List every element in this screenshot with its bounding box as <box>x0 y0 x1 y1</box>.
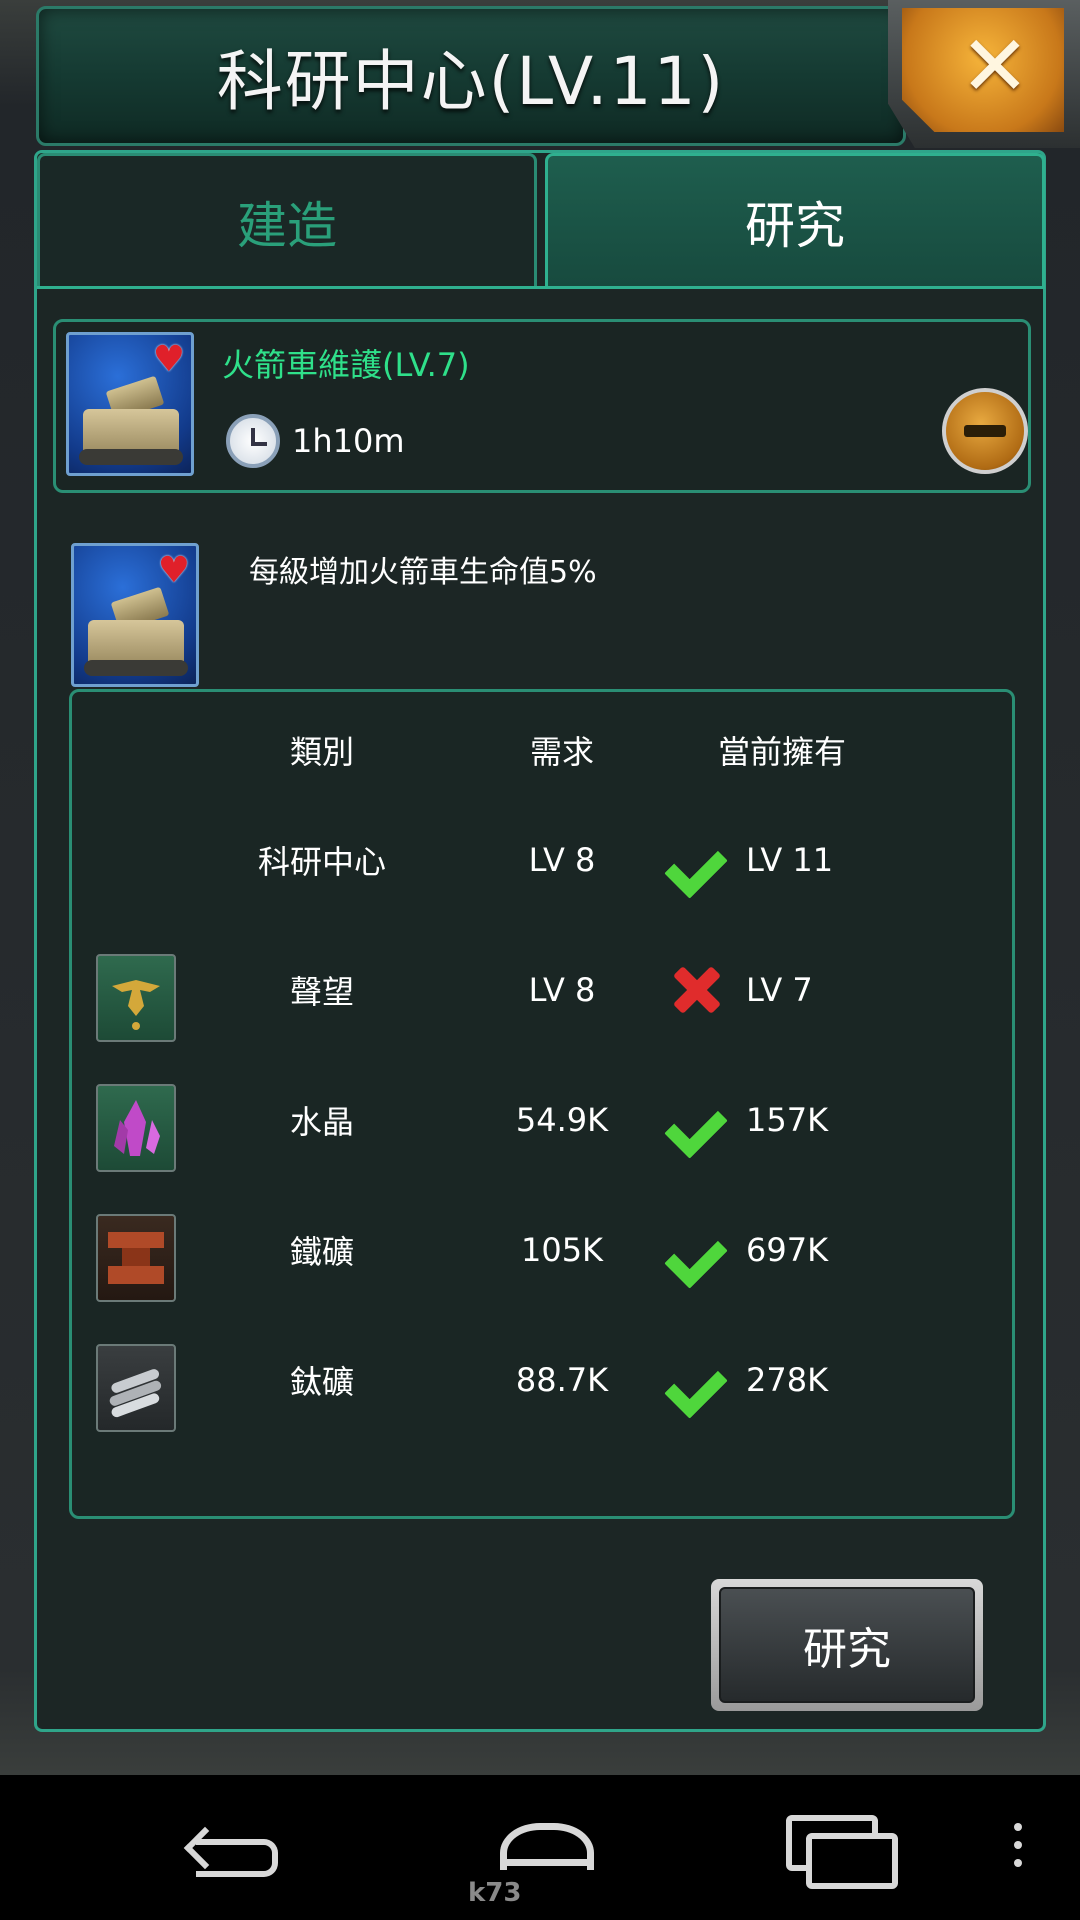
research-name: 火箭車維護(LV.7) <box>222 346 470 384</box>
cross-icon <box>672 965 722 1015</box>
table-row: 聲望 LV 8 LV 7 <box>72 940 1012 1042</box>
row-category: 鈦礦 <box>289 1363 354 1401</box>
row-have-value: LV 11 <box>746 841 834 879</box>
titanium-rods-svg <box>109 1369 162 1418</box>
row-have: 157K <box>672 1070 892 1170</box>
table-row: 鐵礦 105K 697K <box>72 1200 1012 1302</box>
header-need: 需求 <box>529 733 594 771</box>
table-header: 類別 需求 當前擁有 <box>72 700 1012 800</box>
header-category: 類別 <box>289 733 354 771</box>
rocket-vehicle-icon: ♥ <box>66 332 194 476</box>
row-have-value: 697K <box>746 1231 829 1269</box>
clock-icon <box>226 414 280 468</box>
row-have-value: 157K <box>746 1101 829 1139</box>
row-have-value: LV 7 <box>746 971 813 1009</box>
eagle-emblem-icon <box>96 954 176 1042</box>
back-icon-line <box>196 1839 278 1877</box>
android-nav-bar <box>0 1775 1080 1920</box>
cancel-research-button[interactable] <box>942 388 1028 474</box>
row-need: LV 8 <box>528 841 596 879</box>
iron-ingot-svg <box>108 1232 164 1284</box>
table-row: 鈦礦 88.7K 278K <box>72 1330 1012 1432</box>
check-icon <box>672 1096 732 1144</box>
tracks-shape <box>84 660 188 676</box>
header-have: 當前擁有 <box>717 733 846 771</box>
row-category: 水晶 <box>289 1103 354 1141</box>
row-have: LV 7 <box>672 940 892 1040</box>
row-have: LV 11 <box>672 810 892 910</box>
back-icon[interactable] <box>190 1815 290 1877</box>
tab-divider <box>37 286 1045 289</box>
check-icon <box>672 1356 732 1404</box>
check-icon <box>672 1226 732 1274</box>
row-category: 鐵礦 <box>289 1233 354 1271</box>
tab-research[interactable]: 研究 <box>545 153 1045 287</box>
minus-icon <box>964 425 1006 437</box>
heart-icon: ♥ <box>152 339 185 380</box>
app-root: 科研中心(LV.11) ✕ 建造 研究 ♥ 火箭車維護(LV.7) 1h10m <box>0 0 1080 1920</box>
heart-icon: ♥ <box>157 550 190 591</box>
tab-build[interactable]: 建造 <box>37 153 537 287</box>
table-row: 科研中心 LV 8 LV 11 <box>72 810 1012 910</box>
row-category: 聲望 <box>289 973 354 1011</box>
row-category: 科研中心 <box>257 843 386 881</box>
home-icon[interactable] <box>490 1815 594 1881</box>
research-time: 1h10m <box>292 422 405 460</box>
titanium-rods-icon <box>96 1344 176 1432</box>
close-icon: ✕ <box>959 17 1031 115</box>
row-need: LV 8 <box>528 971 596 1009</box>
eagle-emblem-svg <box>112 980 160 1030</box>
row-have: 697K <box>672 1200 892 1300</box>
page-title: 科研中心(LV.11) <box>216 43 726 120</box>
research-button[interactable]: 研究 <box>711 1579 983 1711</box>
row-have: 278K <box>672 1330 892 1430</box>
watermark: k73 <box>468 1878 522 1908</box>
requirements-table: 類別 需求 當前擁有 科研中心 LV 8 LV 11 聲望 LV 8 LV 7 … <box>69 689 1015 1519</box>
row-need: 54.9K <box>515 1101 609 1139</box>
main-panel: 建造 研究 ♥ 火箭車維護(LV.7) 1h10m ♥ 每級增加火箭車生命值5% <box>34 150 1046 1732</box>
crystal-svg <box>114 1100 160 1156</box>
check-icon <box>672 836 732 884</box>
title-bar: 科研中心(LV.11) <box>36 6 906 146</box>
research-description: 每級增加火箭車生命值5% <box>249 555 597 590</box>
close-button-face[interactable]: ✕ <box>902 8 1064 132</box>
row-need: 88.7K <box>515 1361 609 1399</box>
crystal-icon <box>96 1084 176 1172</box>
description-vehicle-icon: ♥ <box>71 543 199 687</box>
table-row: 水晶 54.9K 157K <box>72 1070 1012 1172</box>
overflow-menu-icon[interactable] <box>1008 1823 1028 1883</box>
recent-apps-icon[interactable] <box>786 1815 898 1889</box>
close-button[interactable]: ✕ <box>888 0 1080 148</box>
row-need: 105K <box>520 1231 604 1269</box>
current-research-card: ♥ 火箭車維護(LV.7) 1h10m <box>53 319 1031 493</box>
research-button-label[interactable]: 研究 <box>719 1587 975 1703</box>
tracks-shape <box>79 449 183 465</box>
iron-ingot-icon <box>96 1214 176 1302</box>
row-have-value: 278K <box>746 1361 829 1399</box>
